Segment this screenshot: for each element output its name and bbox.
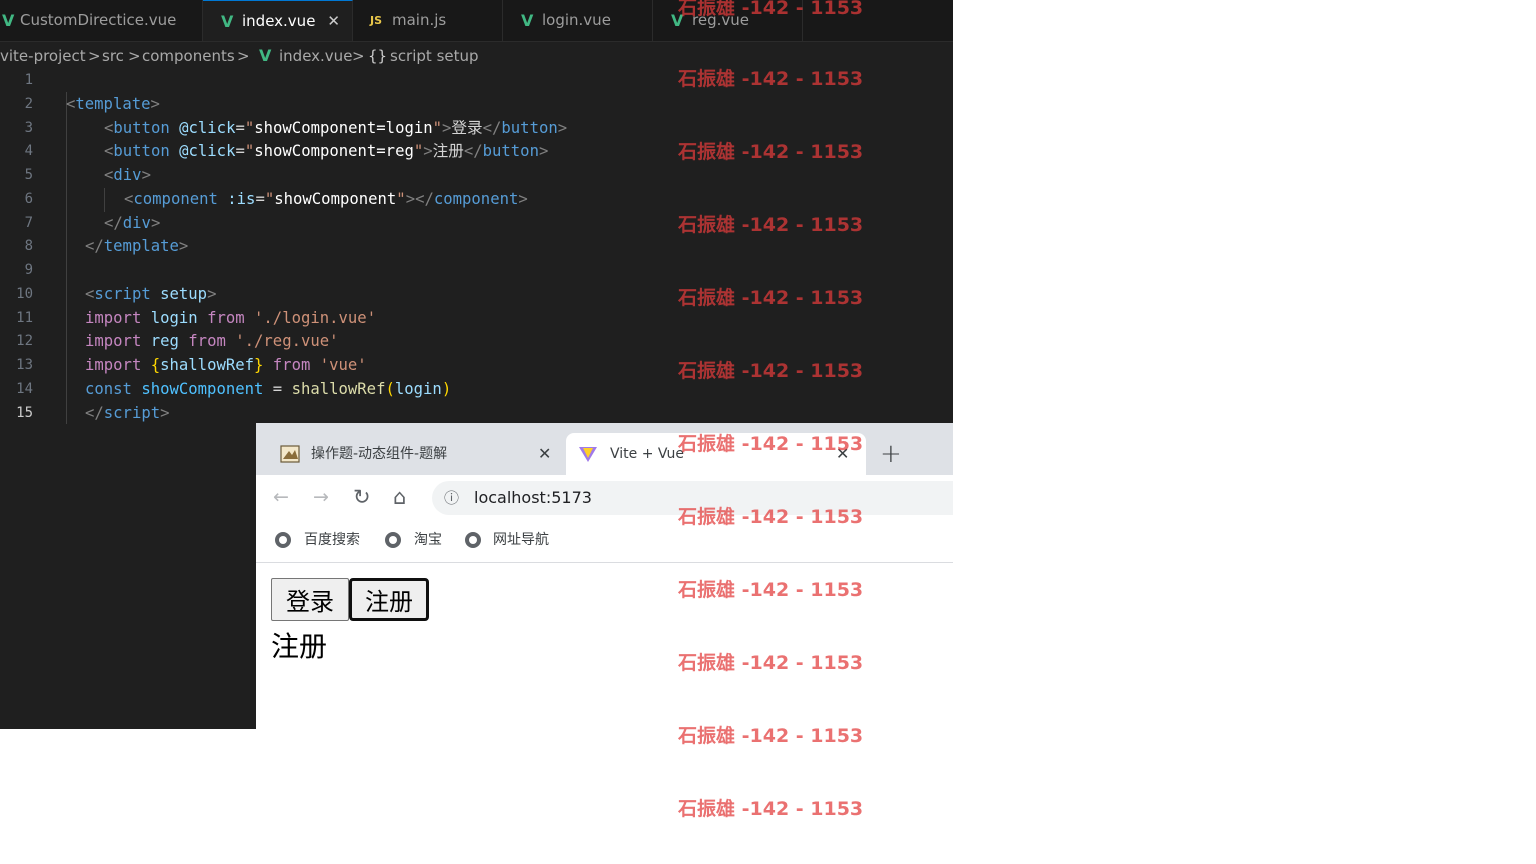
- chevron-right-icon: >: [237, 47, 250, 65]
- code-line: import reg from './reg.vue': [85, 332, 339, 350]
- line-number: 13: [16, 357, 33, 373]
- new-tab-button[interactable]: +: [880, 437, 902, 471]
- code-line: </template>: [85, 237, 189, 255]
- line-number: 14: [16, 381, 33, 397]
- watermark-text: 石振雄 -142 - 1153: [678, 506, 864, 528]
- info-icon[interactable]: ⓘ: [444, 481, 459, 515]
- line-number: 7: [24, 215, 33, 231]
- watermark-text: 石振雄 -142 - 1153: [678, 0, 864, 19]
- breadcrumb-file[interactable]: index.vue: [279, 42, 352, 70]
- watermark-text: 石振雄 -142 - 1153: [678, 798, 864, 820]
- watermark-text: 石振雄 -142 - 1153: [678, 433, 864, 455]
- login-button[interactable]: 登录: [271, 578, 349, 621]
- breadcrumb-src[interactable]: src: [102, 42, 124, 70]
- indent-guide: [66, 92, 67, 424]
- code-line: <component :is="showComponent"></compone…: [124, 190, 528, 208]
- breadcrumb-symbol[interactable]: script setup: [390, 42, 479, 70]
- line-number-current: 15: [16, 405, 33, 421]
- vite-logo-icon: [579, 447, 597, 462]
- editor-tab-index[interactable]: V index.vue ✕: [203, 0, 353, 41]
- watermark-text: 石振雄 -142 - 1153: [678, 360, 864, 382]
- close-tab-icon[interactable]: ✕: [538, 433, 551, 475]
- chevron-right-icon: >: [128, 47, 141, 65]
- reg-button[interactable]: 注册: [349, 578, 429, 621]
- line-number: 2: [24, 96, 33, 112]
- breadcrumb-components[interactable]: components: [142, 42, 235, 70]
- vue-icon: V: [521, 11, 534, 30]
- vue-icon: V: [259, 46, 272, 65]
- js-icon: JS: [370, 14, 383, 27]
- globe-icon: [385, 532, 401, 548]
- code-line-current: </script>: [85, 404, 170, 422]
- watermark-text: 石振雄 -142 - 1153: [678, 141, 864, 163]
- globe-icon: [275, 532, 291, 548]
- line-number: 3: [24, 120, 33, 136]
- bookmark-nav[interactable]: 网址导航: [465, 520, 565, 560]
- line-number: 6: [24, 191, 33, 207]
- watermark-text: 石振雄 -142 - 1153: [678, 579, 864, 601]
- editor-tab-main-js[interactable]: JS main.js: [353, 0, 503, 41]
- line-number: 9: [24, 262, 33, 278]
- forward-icon[interactable]: →: [313, 475, 329, 520]
- reload-icon[interactable]: ↻: [353, 475, 371, 520]
- code-line: <div>: [104, 166, 151, 184]
- line-number: 4: [24, 143, 33, 159]
- line-number: 5: [24, 167, 33, 183]
- breadcrumb-project[interactable]: vite-project: [0, 42, 86, 70]
- globe-icon: [465, 532, 481, 548]
- address-url: localhost:5173: [474, 488, 592, 507]
- article-favicon-icon: [280, 445, 300, 463]
- braces-icon: {}: [368, 47, 388, 65]
- code-line: <template>: [66, 95, 160, 113]
- watermark-text: 石振雄 -142 - 1153: [678, 214, 864, 236]
- watermark-text: 石振雄 -142 - 1153: [678, 725, 864, 747]
- watermark-text: 石振雄 -142 - 1153: [678, 652, 864, 674]
- bookmark-taobao[interactable]: 淘宝: [385, 520, 455, 560]
- dynamic-component-text: 注册: [271, 630, 328, 663]
- back-icon[interactable]: ←: [273, 475, 289, 520]
- chevron-right-icon: >: [88, 47, 101, 65]
- close-icon[interactable]: ✕: [327, 1, 340, 42]
- vue-icon: V: [221, 12, 234, 31]
- browser-tab-article[interactable]: 操作题-动态组件-题解 ✕: [266, 433, 566, 475]
- watermark-text: 石振雄 -142 - 1153: [678, 287, 864, 309]
- bookmark-baidu[interactable]: 百度搜索: [275, 520, 375, 560]
- line-number: 12: [16, 333, 33, 349]
- chevron-right-icon: >: [352, 47, 365, 65]
- line-number: 1: [24, 72, 33, 88]
- vue-icon: V: [2, 11, 15, 30]
- indent-guide: [104, 188, 105, 212]
- line-number: 10: [16, 286, 33, 302]
- editor-tab-login[interactable]: V login.vue: [503, 0, 653, 41]
- editor-tab-customdirectice[interactable]: V CustomDirectice.vue: [0, 0, 203, 41]
- watermark-text: 石振雄 -142 - 1153: [678, 68, 864, 90]
- line-number: 11: [16, 310, 33, 326]
- line-number: 8: [24, 238, 33, 254]
- home-icon[interactable]: ⌂: [393, 475, 406, 520]
